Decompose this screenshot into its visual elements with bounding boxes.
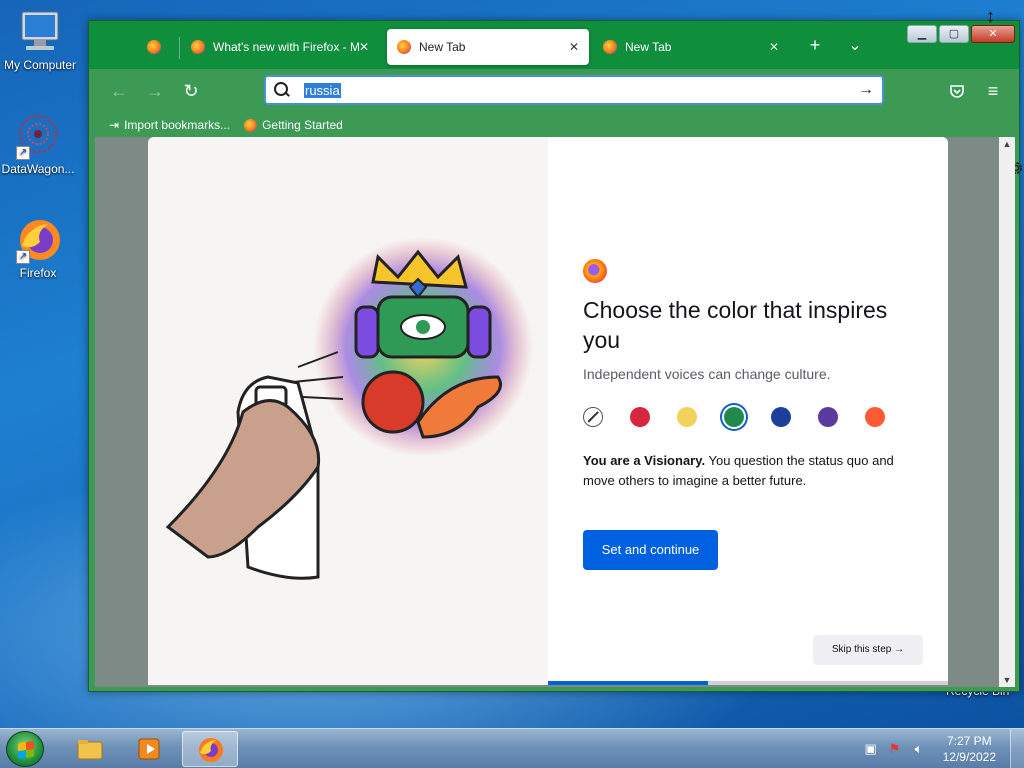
illustration-panel	[148, 137, 548, 685]
tab-whats-new[interactable]: What's new with Firefox - M ✕	[181, 29, 379, 65]
shortcut-arrow-icon: ↗	[16, 146, 30, 160]
page-subtitle: Independent voices can change culture.	[583, 366, 831, 382]
datawagon-icon: ↗	[14, 112, 62, 160]
firefox-icon	[197, 736, 225, 764]
taskbar: ▣ ⚑ 🔈︎ 7:27 PM 12/9/2022	[0, 728, 1024, 768]
page-title: Choose the color that inspires you	[583, 297, 888, 353]
swatch-description: You are a Visionary. You question the st…	[583, 451, 913, 491]
clock[interactable]: 7:27 PM 12/9/2022	[943, 733, 996, 765]
new-tab-button[interactable]: +	[803, 35, 827, 56]
bookmark-import[interactable]: ⇥ Import bookmarks...	[109, 118, 230, 132]
close-window-button[interactable]: ✕	[971, 25, 1015, 43]
swatch-purple[interactable]	[818, 407, 838, 427]
firefox-icon	[397, 40, 411, 54]
tab-label: What's new with Firefox - M	[213, 40, 359, 54]
nav-bar: ← → ↻ russia → ≡	[89, 69, 1019, 113]
taskbar-firefox[interactable]	[182, 731, 238, 767]
content-panel: Choose the color that inspires you Indep…	[548, 137, 948, 685]
maximize-button[interactable]: ▢	[939, 25, 969, 43]
firefox-icon	[191, 40, 205, 54]
firefox-icon: ↗	[14, 216, 62, 264]
firefox-icon	[603, 40, 617, 54]
tab-list-chevron-down-icon[interactable]: ⌄	[843, 35, 867, 55]
show-desktop-button[interactable]	[1010, 729, 1024, 768]
desktop-icon-label: Firefox	[19, 266, 57, 280]
scroll-down-icon[interactable]: ▼	[999, 675, 1015, 685]
tab-bar: What's new with Firefox - M ✕ New Tab ✕ …	[89, 21, 1019, 69]
firefox-logo-icon	[583, 259, 607, 283]
reload-icon[interactable]: ↻	[179, 79, 203, 103]
import-icon: ⇥	[109, 118, 120, 132]
desktop-icon-firefox[interactable]: ↗ Firefox	[0, 216, 78, 280]
back-arrow-icon[interactable]: ←	[107, 79, 131, 103]
tab-label: New Tab	[419, 40, 466, 54]
progress-bar-fill	[548, 681, 708, 685]
scroll-up-icon[interactable]: ▲	[999, 139, 1015, 149]
close-tab-icon[interactable]: ✕	[359, 40, 369, 54]
taskbar-media-player[interactable]	[122, 731, 178, 767]
desktop-icon-label: My Computer	[3, 58, 77, 72]
swatch-red[interactable]	[630, 407, 650, 427]
volume-icon[interactable]: 🔈︎	[911, 741, 927, 757]
firefox-icon	[147, 40, 161, 54]
clock-date: 12/9/2022	[942, 750, 996, 764]
action-center-flag-icon[interactable]: ⚑	[887, 741, 903, 757]
menu-hamburger-icon[interactable]: ≡	[981, 79, 1005, 103]
desktop-icon-my-computer[interactable]: My Computer	[0, 8, 80, 72]
browser-window: What's new with Firefox - M ✕ New Tab ✕ …	[88, 20, 1022, 692]
pocket-icon[interactable]	[945, 79, 969, 103]
swatch-blue[interactable]	[771, 407, 791, 427]
minimize-button[interactable]: ▁	[907, 25, 937, 43]
desktop-icon-datawagon[interactable]: ↗ DataWagon...	[0, 112, 78, 176]
taskbar-explorer[interactable]	[62, 731, 118, 767]
window-controls: ▁ ▢ ✕	[907, 25, 1015, 43]
bookmark-getting-started[interactable]: Getting Started	[244, 118, 343, 132]
tab-label: New Tab	[625, 40, 672, 54]
media-player-icon	[136, 735, 164, 763]
swatch-yellow[interactable]	[677, 407, 697, 427]
bookmarks-toolbar: ⇥ Import bookmarks... Getting Started	[89, 113, 1019, 137]
bookmark-label: Import bookmarks...	[124, 118, 231, 132]
firefox-icon	[244, 118, 258, 132]
close-tab-icon[interactable]: ✕	[769, 40, 779, 54]
page-content: Choose the color that inspires you Indep…	[95, 137, 1022, 687]
tab-pinned-firefox[interactable]	[137, 29, 177, 65]
spray-can-illustration	[165, 237, 533, 580]
start-button[interactable]	[6, 731, 44, 767]
folder-icon	[76, 735, 104, 763]
set-and-continue-button[interactable]: Set and continue	[583, 530, 718, 570]
search-icon	[274, 82, 290, 98]
tab-separator	[179, 37, 180, 59]
computer-icon	[16, 8, 64, 56]
clock-time: 7:27 PM	[946, 734, 992, 748]
network-icon[interactable]: ▣	[863, 741, 879, 757]
url-bar[interactable]: russia →	[264, 75, 884, 105]
progress-bar-track	[708, 681, 948, 685]
swatch-none[interactable]	[583, 407, 603, 427]
close-tab-icon[interactable]: ✕	[569, 40, 579, 54]
bookmark-label: Getting Started	[262, 118, 343, 132]
color-swatches	[583, 407, 885, 427]
go-arrow-icon[interactable]: →	[858, 81, 874, 99]
resize-cursor-icon: ↕	[986, 6, 995, 26]
shortcut-arrow-icon: ↗	[16, 250, 30, 264]
skip-step-button[interactable]: Skip this step →	[813, 635, 923, 665]
swatch-orange[interactable]	[865, 407, 885, 427]
tab-new-tab[interactable]: New Tab ✕	[593, 29, 789, 65]
onboarding-modal: Choose the color that inspires you Indep…	[148, 137, 948, 685]
scrollbar[interactable]: ▲ ▼	[999, 137, 1015, 687]
system-tray: ▣ ⚑ 🔈︎ 7:27 PM 12/9/2022	[863, 729, 1024, 768]
swatch-green[interactable]	[724, 407, 744, 427]
description-bold: You are a Visionary.	[583, 453, 706, 468]
desktop-icon-label: DataWagon...	[1, 162, 75, 176]
url-input-value[interactable]: russia	[304, 82, 341, 98]
forward-arrow-icon[interactable]: →	[143, 79, 167, 103]
tab-new-tab-active[interactable]: New Tab ✕	[387, 29, 589, 65]
